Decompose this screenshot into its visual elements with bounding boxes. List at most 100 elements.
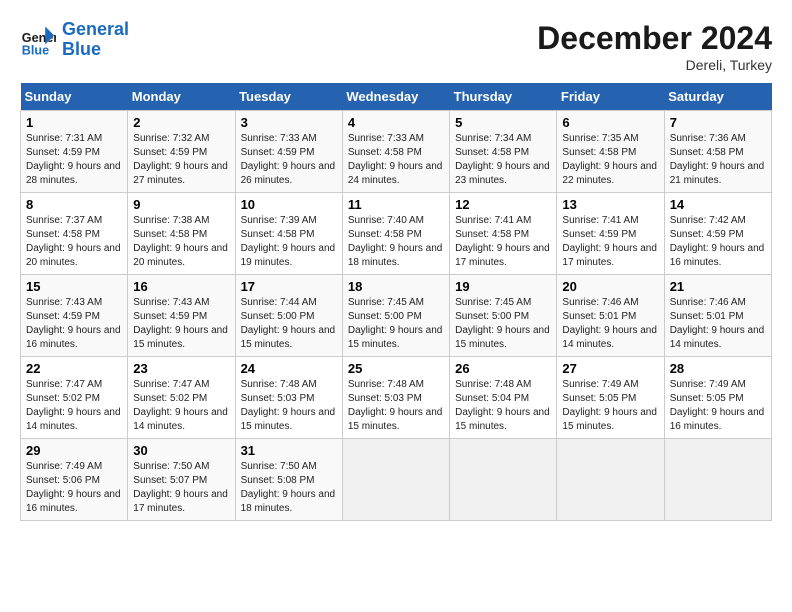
day-number: 20 — [562, 279, 658, 294]
day-number: 18 — [348, 279, 444, 294]
calendar-cell — [450, 439, 557, 521]
calendar-cell — [664, 439, 771, 521]
day-info: Sunrise: 7:36 AMSunset: 4:58 PMDaylight:… — [670, 132, 766, 188]
weekday-wednesday: Wednesday — [342, 83, 449, 111]
day-info: Sunrise: 7:38 AMSunset: 4:58 PMDaylight:… — [133, 214, 229, 270]
calendar-cell: 23Sunrise: 7:47 AMSunset: 5:02 PMDayligh… — [128, 357, 235, 439]
week-row-4: 22 Sunrise: 7:47 AMSunset: 5:02 PMDayligh… — [21, 357, 772, 439]
day-number: 30 — [133, 443, 229, 458]
day-number: 21 — [670, 279, 766, 294]
calendar-cell — [342, 439, 449, 521]
calendar-cell: 22 Sunrise: 7:47 AMSunset: 5:02 PMDayligh… — [21, 357, 128, 439]
calendar-cell: 16Sunrise: 7:43 AMSunset: 4:59 PMDayligh… — [128, 275, 235, 357]
day-number: 13 — [562, 197, 658, 212]
day-info: Sunrise: 7:41 AMSunset: 4:58 PMDaylight:… — [455, 214, 551, 270]
day-number: 15 — [26, 279, 122, 294]
day-info: Sunrise: 7:48 AMSunset: 5:04 PMDaylight:… — [455, 378, 551, 434]
calendar-cell: 31 Sunrise: 7:50 AMSunset: 5:08 PMDayligh… — [235, 439, 342, 521]
calendar-cell: 26 Sunrise: 7:48 AMSunset: 5:04 PMDayligh… — [450, 357, 557, 439]
day-info: Sunrise: 7:46 AMSunset: 5:01 PMDaylight:… — [670, 296, 766, 352]
calendar-cell: 5 Sunrise: 7:34 AMSunset: 4:58 PMDaylight… — [450, 111, 557, 193]
day-number: 8 — [26, 197, 122, 212]
day-info: Sunrise: 7:47 AMSunset: 5:02 PMDaylight:… — [26, 378, 122, 434]
week-row-1: 1 Sunrise: 7:31 AMSunset: 4:59 PMDaylight… — [21, 111, 772, 193]
calendar-cell: 25Sunrise: 7:48 AMSunset: 5:03 PMDayligh… — [342, 357, 449, 439]
calendar-cell: 10Sunrise: 7:39 AMSunset: 4:58 PMDayligh… — [235, 193, 342, 275]
location: Dereli, Turkey — [537, 57, 772, 73]
day-number: 11 — [348, 197, 444, 212]
calendar-table: SundayMondayTuesdayWednesdayThursdayFrid… — [20, 83, 772, 521]
calendar-cell: 27 Sunrise: 7:49 AMSunset: 5:05 PMDayligh… — [557, 357, 664, 439]
day-info: Sunrise: 7:49 AMSunset: 5:05 PMDaylight:… — [562, 378, 658, 434]
calendar-cell — [557, 439, 664, 521]
calendar-cell: 15 Sunrise: 7:43 AMSunset: 4:59 PMDayligh… — [21, 275, 128, 357]
day-number: 26 — [455, 361, 551, 376]
calendar-cell: 1 Sunrise: 7:31 AMSunset: 4:59 PMDaylight… — [21, 111, 128, 193]
day-info: Sunrise: 7:43 AMSunset: 4:59 PMDaylight:… — [133, 296, 229, 352]
calendar-cell: 28Sunrise: 7:49 AMSunset: 5:05 PMDayligh… — [664, 357, 771, 439]
day-info: Sunrise: 7:43 AMSunset: 4:59 PMDaylight:… — [26, 296, 122, 352]
day-info: Sunrise: 7:48 AMSunset: 5:03 PMDaylight:… — [241, 378, 337, 434]
day-number: 3 — [241, 115, 337, 130]
weekday-header-row: SundayMondayTuesdayWednesdayThursdayFrid… — [21, 83, 772, 111]
calendar-cell: 24 Sunrise: 7:48 AMSunset: 5:03 PMDayligh… — [235, 357, 342, 439]
weekday-friday: Friday — [557, 83, 664, 111]
day-info: Sunrise: 7:50 AMSunset: 5:08 PMDaylight:… — [241, 460, 337, 516]
calendar-cell: 12Sunrise: 7:41 AMSunset: 4:58 PMDayligh… — [450, 193, 557, 275]
calendar-cell: 13 Sunrise: 7:41 AMSunset: 4:59 PMDayligh… — [557, 193, 664, 275]
calendar-cell: 3Sunrise: 7:33 AMSunset: 4:59 PMDaylight… — [235, 111, 342, 193]
calendar-cell: 2 Sunrise: 7:32 AMSunset: 4:59 PMDaylight… — [128, 111, 235, 193]
day-number: 23 — [133, 361, 229, 376]
calendar-cell: 19 Sunrise: 7:45 AMSunset: 5:00 PMDayligh… — [450, 275, 557, 357]
weekday-monday: Monday — [128, 83, 235, 111]
calendar-cell: 17 Sunrise: 7:44 AMSunset: 5:00 PMDayligh… — [235, 275, 342, 357]
logo-line1: General — [62, 20, 129, 40]
day-number: 19 — [455, 279, 551, 294]
day-info: Sunrise: 7:48 AMSunset: 5:03 PMDaylight:… — [348, 378, 444, 434]
svg-text:Blue: Blue — [22, 43, 49, 57]
day-number: 14 — [670, 197, 766, 212]
weekday-tuesday: Tuesday — [235, 83, 342, 111]
calendar-cell: 29 Sunrise: 7:49 AMSunset: 5:06 PMDayligh… — [21, 439, 128, 521]
day-info: Sunrise: 7:49 AMSunset: 5:06 PMDaylight:… — [26, 460, 122, 516]
logo-line2: Blue — [62, 40, 129, 60]
title-area: December 2024 Dereli, Turkey — [537, 20, 772, 73]
day-number: 17 — [241, 279, 337, 294]
day-info: Sunrise: 7:41 AMSunset: 4:59 PMDaylight:… — [562, 214, 658, 270]
day-info: Sunrise: 7:33 AMSunset: 4:58 PMDaylight:… — [348, 132, 444, 188]
week-row-3: 15 Sunrise: 7:43 AMSunset: 4:59 PMDayligh… — [21, 275, 772, 357]
calendar-cell: 21 Sunrise: 7:46 AMSunset: 5:01 PMDayligh… — [664, 275, 771, 357]
weekday-thursday: Thursday — [450, 83, 557, 111]
calendar-cell: 9 Sunrise: 7:38 AMSunset: 4:58 PMDaylight… — [128, 193, 235, 275]
day-info: Sunrise: 7:42 AMSunset: 4:59 PMDaylight:… — [670, 214, 766, 270]
calendar-cell: 20Sunrise: 7:46 AMSunset: 5:01 PMDayligh… — [557, 275, 664, 357]
day-number: 28 — [670, 361, 766, 376]
day-info: Sunrise: 7:34 AMSunset: 4:58 PMDaylight:… — [455, 132, 551, 188]
weekday-saturday: Saturday — [664, 83, 771, 111]
calendar-cell: 8 Sunrise: 7:37 AMSunset: 4:58 PMDaylight… — [21, 193, 128, 275]
calendar-cell: 11 Sunrise: 7:40 AMSunset: 4:58 PMDayligh… — [342, 193, 449, 275]
day-info: Sunrise: 7:39 AMSunset: 4:58 PMDaylight:… — [241, 214, 337, 270]
day-number: 6 — [562, 115, 658, 130]
day-info: Sunrise: 7:45 AMSunset: 5:00 PMDaylight:… — [348, 296, 444, 352]
day-number: 9 — [133, 197, 229, 212]
day-info: Sunrise: 7:45 AMSunset: 5:00 PMDaylight:… — [455, 296, 551, 352]
day-number: 24 — [241, 361, 337, 376]
day-number: 2 — [133, 115, 229, 130]
day-number: 31 — [241, 443, 337, 458]
day-number: 22 — [26, 361, 122, 376]
day-info: Sunrise: 7:40 AMSunset: 4:58 PMDaylight:… — [348, 214, 444, 270]
day-number: 29 — [26, 443, 122, 458]
day-info: Sunrise: 7:44 AMSunset: 5:00 PMDaylight:… — [241, 296, 337, 352]
day-number: 27 — [562, 361, 658, 376]
day-info: Sunrise: 7:32 AMSunset: 4:59 PMDaylight:… — [133, 132, 229, 188]
day-number: 1 — [26, 115, 122, 130]
day-number: 5 — [455, 115, 551, 130]
day-info: Sunrise: 7:50 AMSunset: 5:07 PMDaylight:… — [133, 460, 229, 516]
weekday-sunday: Sunday — [21, 83, 128, 111]
calendar-cell: 7Sunrise: 7:36 AMSunset: 4:58 PMDaylight… — [664, 111, 771, 193]
day-info: Sunrise: 7:37 AMSunset: 4:58 PMDaylight:… — [26, 214, 122, 270]
day-info: Sunrise: 7:31 AMSunset: 4:59 PMDaylight:… — [26, 132, 122, 188]
calendar-cell: 4Sunrise: 7:33 AMSunset: 4:58 PMDaylight… — [342, 111, 449, 193]
calendar-cell: 18 Sunrise: 7:45 AMSunset: 5:00 PMDayligh… — [342, 275, 449, 357]
